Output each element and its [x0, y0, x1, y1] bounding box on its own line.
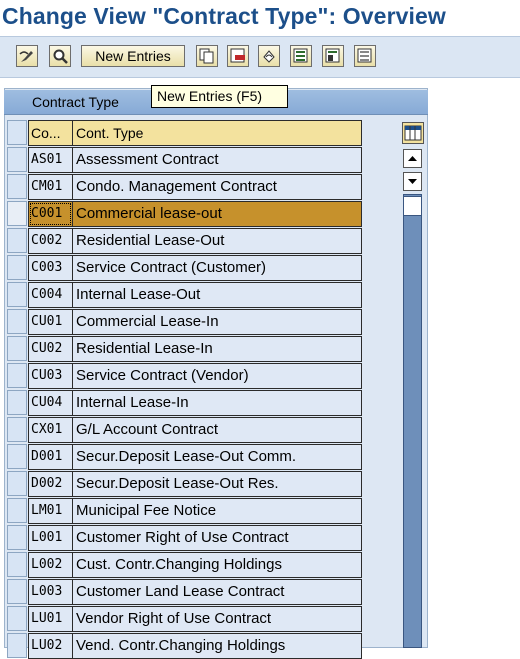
contract-type-code[interactable]: LU02 — [28, 633, 73, 659]
contract-type-code[interactable]: L001 — [28, 525, 73, 551]
row-selector[interactable] — [7, 363, 27, 388]
scroll-up-button[interactable] — [403, 149, 422, 168]
row-selector[interactable] — [7, 174, 27, 199]
table-header-row: Co... Cont. Type — [7, 120, 362, 146]
table-row[interactable]: CU03 Service Contract (Vendor) — [7, 363, 362, 389]
table-title: Contract Type — [32, 94, 119, 110]
table-row[interactable]: CU04 Internal Lease-In — [7, 390, 362, 416]
contract-type-code[interactable]: D002 — [28, 471, 73, 497]
contract-type-code[interactable]: CU02 — [28, 336, 73, 362]
table-row[interactable]: C004 Internal Lease-Out — [7, 282, 362, 308]
contract-type-name[interactable]: Commercial Lease-In — [73, 309, 362, 335]
contract-type-name[interactable]: Condo. Management Contract — [73, 174, 362, 200]
row-selector[interactable] — [7, 471, 27, 496]
table-row[interactable]: AS01 Assessment Contract — [7, 147, 362, 173]
row-selector[interactable] — [7, 336, 27, 361]
select-all-cell[interactable] — [7, 120, 27, 145]
contract-type-name[interactable]: Internal Lease-In — [73, 390, 362, 416]
page-title: Change View "Contract Type": Overview — [2, 0, 520, 36]
table-row[interactable]: LM01 Municipal Fee Notice — [7, 498, 362, 524]
table-row[interactable]: CM01 Condo. Management Contract — [7, 174, 362, 200]
contract-type-name[interactable]: Residential Lease-In — [73, 336, 362, 362]
contract-type-name[interactable]: Service Contract (Vendor) — [73, 363, 362, 389]
contract-type-code[interactable]: C002 — [28, 228, 73, 254]
table-row[interactable]: L003 Customer Land Lease Contract — [7, 579, 362, 605]
row-selector[interactable] — [7, 282, 27, 307]
table-row[interactable]: LU02 Vend. Contr.Changing Holdings — [7, 633, 362, 659]
change-display-icon[interactable] — [16, 45, 38, 67]
row-selector[interactable] — [7, 147, 27, 172]
contract-type-name[interactable]: Customer Right of Use Contract — [73, 525, 362, 551]
contract-type-code[interactable]: CU04 — [28, 390, 73, 416]
row-selector[interactable] — [7, 633, 27, 658]
contract-type-name[interactable]: Assessment Contract — [73, 147, 362, 173]
column-settings-icon[interactable] — [402, 122, 424, 144]
scroll-down-button[interactable] — [403, 172, 422, 191]
contract-type-code[interactable]: L003 — [28, 579, 73, 605]
table-row[interactable]: D001 Secur.Deposit Lease-Out Comm. — [7, 444, 362, 470]
contract-type-code[interactable]: L002 — [28, 552, 73, 578]
contract-type-code[interactable]: C004 — [28, 282, 73, 308]
table-row[interactable]: C002 Residential Lease-Out — [7, 228, 362, 254]
table-row[interactable]: D002 Secur.Deposit Lease-Out Res. — [7, 471, 362, 497]
row-selector[interactable] — [7, 309, 27, 334]
row-selector[interactable] — [7, 417, 27, 442]
contract-type-name[interactable]: Service Contract (Customer) — [73, 255, 362, 281]
contract-type-name[interactable]: Secur.Deposit Lease-Out Comm. — [73, 444, 362, 470]
details-icon[interactable] — [49, 45, 71, 67]
table-row[interactable]: CX01 G/L Account Contract — [7, 417, 362, 443]
contract-type-name[interactable]: Cust. Contr.Changing Holdings — [73, 552, 362, 578]
select-block-icon[interactable] — [322, 45, 344, 67]
table-row[interactable]: CU01 Commercial Lease-In — [7, 309, 362, 335]
contract-type-code[interactable]: CU01 — [28, 309, 73, 335]
row-selector[interactable] — [7, 606, 27, 631]
contract-type-code[interactable]: LM01 — [28, 498, 73, 524]
select-all-icon[interactable] — [290, 45, 312, 67]
deselect-all-icon[interactable] — [354, 45, 376, 67]
contract-type-code[interactable]: C001 — [28, 201, 73, 227]
table-row[interactable]: CU02 Residential Lease-In — [7, 336, 362, 362]
contract-type-name[interactable]: Internal Lease-Out — [73, 282, 362, 308]
row-selector[interactable] — [7, 444, 27, 469]
column-header-code[interactable]: Co... — [28, 120, 73, 146]
row-selector[interactable] — [7, 579, 27, 604]
contract-type-code[interactable]: D001 — [28, 444, 73, 470]
contract-type-code[interactable]: C003 — [28, 255, 73, 281]
delete-icon[interactable] — [227, 45, 249, 67]
scrollbar-thumb[interactable] — [403, 196, 422, 216]
new-entries-tooltip: New Entries (F5) — [151, 85, 288, 108]
contract-type-name[interactable]: Customer Land Lease Contract — [73, 579, 362, 605]
contract-type-code[interactable]: LU01 — [28, 606, 73, 632]
column-header-name[interactable]: Cont. Type — [73, 120, 362, 146]
copy-as-icon[interactable] — [196, 45, 218, 67]
table-row[interactable]: L002 Cust. Contr.Changing Holdings — [7, 552, 362, 578]
table-row[interactable]: LU01 Vendor Right of Use Contract — [7, 606, 362, 632]
table-row[interactable]: C001 Commercial lease-out — [7, 201, 362, 227]
table-row[interactable]: C003 Service Contract (Customer) — [7, 255, 362, 281]
contract-type-name[interactable]: Commercial lease-out — [73, 201, 362, 227]
contract-type-name[interactable]: G/L Account Contract — [73, 417, 362, 443]
row-selector[interactable] — [7, 255, 27, 280]
contract-type-name[interactable]: Secur.Deposit Lease-Out Res. — [73, 471, 362, 497]
table-row[interactable]: L001 Customer Right of Use Contract — [7, 525, 362, 551]
row-selector[interactable] — [7, 390, 27, 415]
contract-type-name[interactable]: Vend. Contr.Changing Holdings — [73, 633, 362, 659]
vertical-scrollbar[interactable] — [403, 194, 422, 648]
contract-type-name[interactable]: Municipal Fee Notice — [73, 498, 362, 524]
new-entries-button[interactable]: New Entries — [81, 45, 185, 67]
contract-type-code[interactable]: CU03 — [28, 363, 73, 389]
contract-type-code[interactable]: CX01 — [28, 417, 73, 443]
row-selector[interactable] — [7, 498, 27, 523]
application-toolbar: New Entries — [0, 36, 520, 78]
contract-type-code[interactable]: CM01 — [28, 174, 73, 200]
contract-type-code[interactable]: AS01 — [28, 147, 73, 173]
undo-change-icon[interactable] — [258, 45, 280, 67]
row-selector[interactable] — [7, 525, 27, 550]
row-selector[interactable] — [7, 228, 27, 253]
row-selector[interactable] — [7, 552, 27, 577]
contract-type-name[interactable]: Residential Lease-Out — [73, 228, 362, 254]
contract-type-name[interactable]: Vendor Right of Use Contract — [73, 606, 362, 632]
row-selector[interactable] — [7, 201, 27, 226]
